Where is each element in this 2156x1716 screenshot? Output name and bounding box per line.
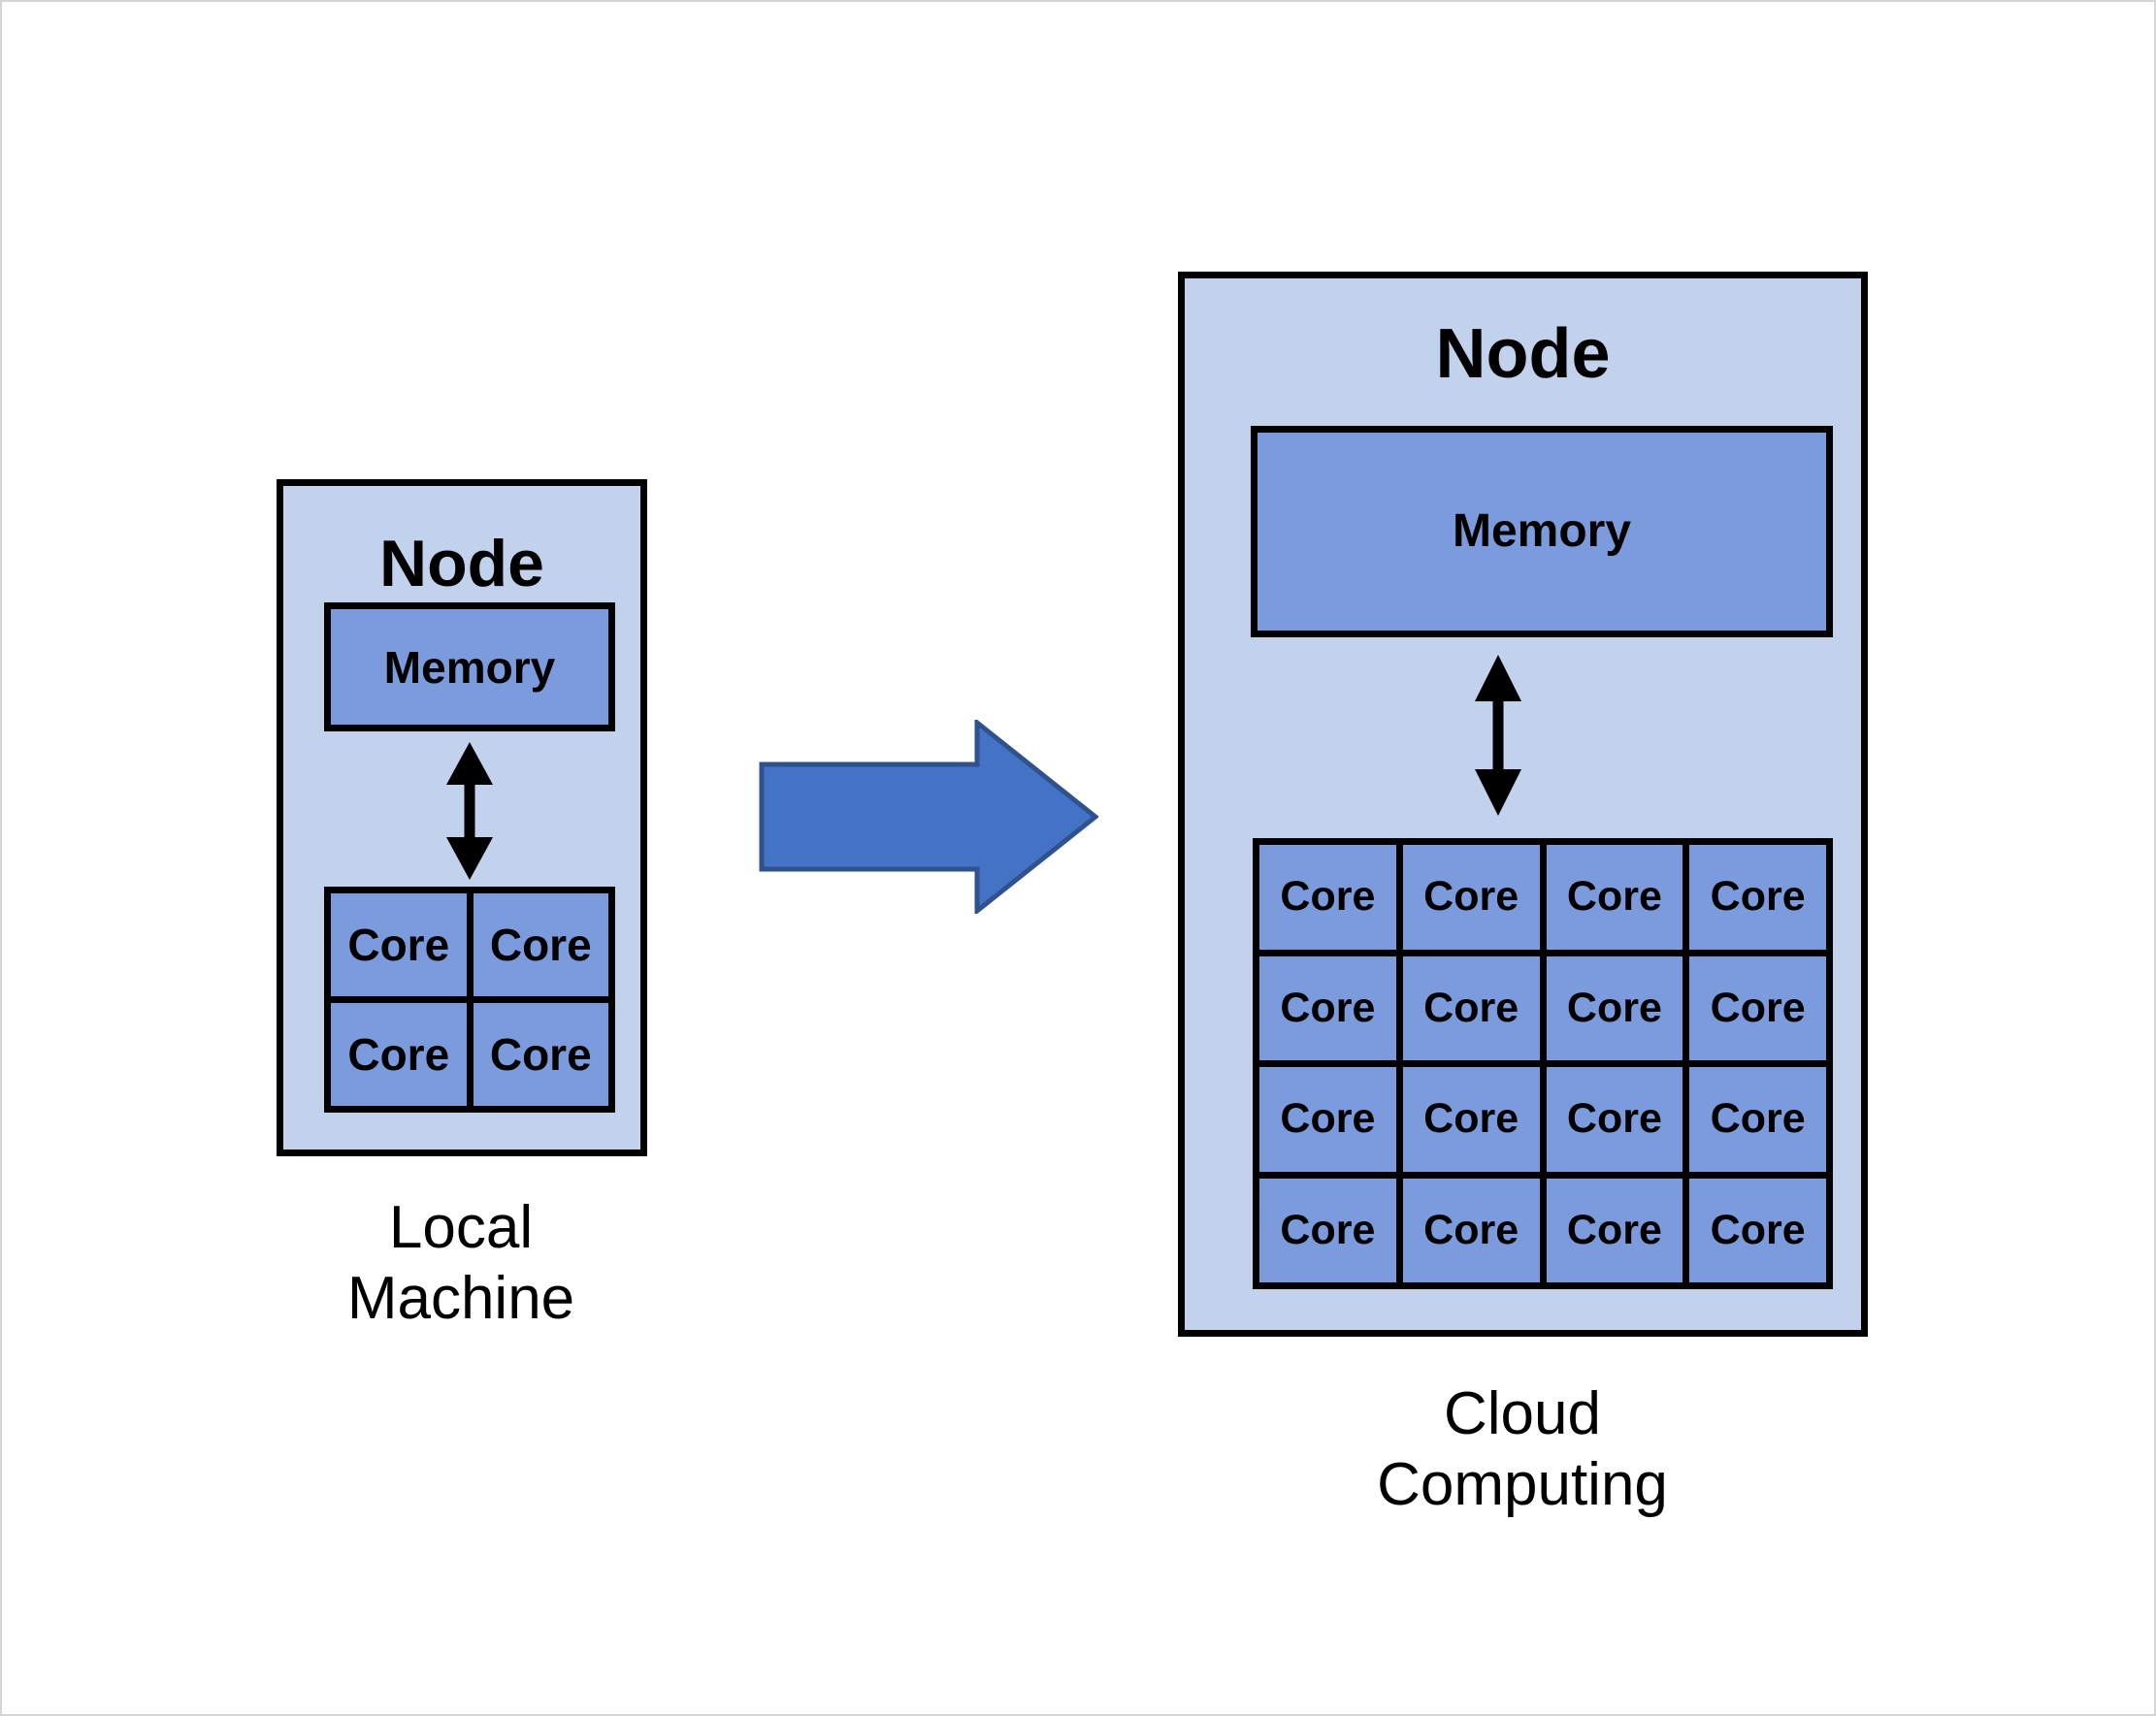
local-core-label: Core — [489, 1029, 592, 1080]
cloud-core-label: Core — [1280, 1206, 1376, 1253]
cloud-core-label: Core — [1423, 1095, 1519, 1143]
local-memory-label: Memory — [383, 641, 556, 693]
cloud-core-label: Core — [1280, 873, 1376, 921]
cloud-core-label: Core — [1566, 984, 1662, 1031]
local-machine-caption: Local Machine — [346, 1194, 575, 1333]
cloud-core-label: Core — [1566, 1095, 1662, 1143]
cloud-core-label: Core — [1710, 984, 1806, 1031]
local-core-label: Core — [489, 920, 592, 970]
diagram-canvas: Node Memory Core Core Core Core Local Machi… — [0, 0, 2156, 1716]
cloud-core-cell: Core — [1546, 955, 1683, 1060]
cloud-core-cell: Core — [1689, 1067, 1826, 1172]
local-memory-block: Memory — [324, 602, 615, 731]
cloud-core-cell: Core — [1259, 1178, 1396, 1282]
cloud-core-cell: Core — [1689, 1178, 1826, 1282]
cloud-core-label: Core — [1710, 1206, 1806, 1253]
local-machine-node: Node Memory Core Core Core Core — [277, 479, 647, 1156]
cloud-core-cell: Core — [1689, 955, 1826, 1060]
cloud-memory-block: Memory — [1251, 426, 1833, 637]
local-core-cell: Core — [331, 893, 467, 996]
cloud-core-cell: Core — [1259, 1067, 1396, 1172]
local-core-grid: Core Core Core Core — [324, 887, 615, 1113]
cloud-core-label: Core — [1566, 1206, 1662, 1253]
cloud-core-cell: Core — [1546, 845, 1683, 950]
local-node-title: Node — [379, 527, 544, 600]
local-core-cell: Core — [473, 893, 608, 996]
cloud-core-label: Core — [1280, 1095, 1376, 1143]
local-core-cell: Core — [331, 1003, 467, 1106]
cloud-core-label: Core — [1423, 1206, 1519, 1253]
cloud-core-cell: Core — [1546, 1067, 1683, 1172]
cloud-core-cell: Core — [1689, 845, 1826, 950]
cloud-core-cell: Core — [1259, 955, 1396, 1060]
cloud-core-cell: Core — [1259, 845, 1396, 950]
transition-right-arrow-icon — [759, 720, 1098, 914]
cloud-core-label: Core — [1423, 984, 1519, 1031]
cloud-computing-node: Node Memory Core Core Core Core Core Core Core… — [1178, 272, 1868, 1337]
local-core-cell: Core — [473, 1003, 608, 1106]
local-memory-core-bidirectional-arrow — [446, 742, 493, 880]
cloud-core-cell: Core — [1546, 1178, 1683, 1282]
cloud-core-label: Core — [1280, 984, 1376, 1031]
cloud-core-cell: Core — [1402, 955, 1540, 1060]
cloud-core-label: Core — [1423, 873, 1519, 921]
cloud-core-label: Core — [1710, 1095, 1806, 1143]
cloud-memory-core-bidirectional-arrow — [1475, 655, 1521, 816]
cloud-core-grid: Core Core Core Core Core Core Core Core Core Core… — [1253, 838, 1833, 1289]
local-core-label: Core — [347, 1029, 450, 1080]
local-core-label: Core — [347, 920, 450, 970]
cloud-core-cell: Core — [1402, 845, 1540, 950]
cloud-node-title: Node — [1435, 315, 1611, 393]
cloud-memory-label: Memory — [1452, 505, 1632, 557]
cloud-computing-caption: Cloud Computing — [1377, 1380, 1668, 1519]
cloud-core-label: Core — [1566, 873, 1662, 921]
cloud-core-label: Core — [1710, 873, 1806, 921]
cloud-core-cell: Core — [1402, 1067, 1540, 1172]
cloud-core-cell: Core — [1402, 1178, 1540, 1282]
